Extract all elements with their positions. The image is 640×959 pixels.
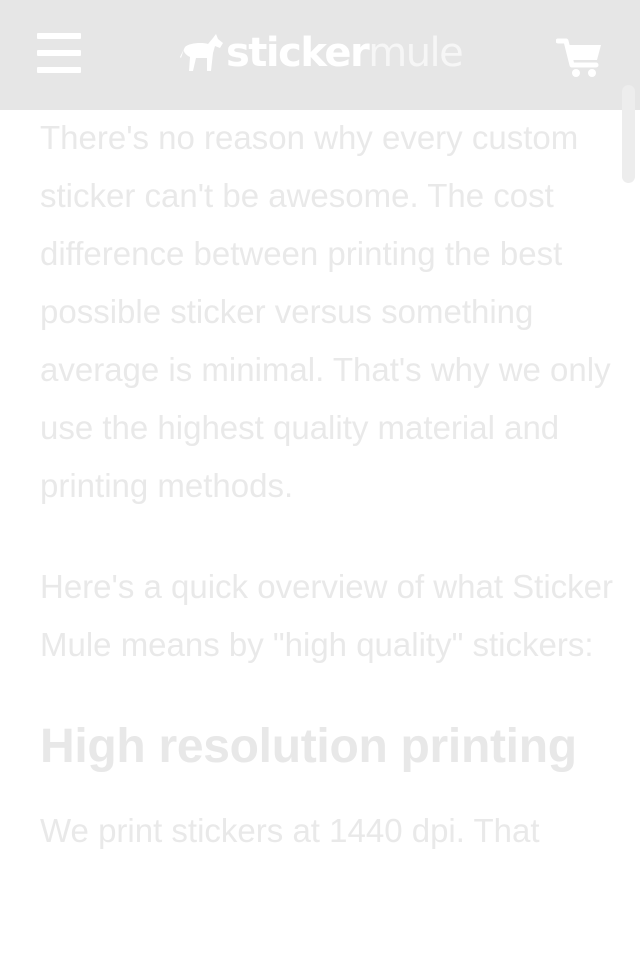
- logo-word-sticker: sticker: [226, 30, 370, 76]
- hamburger-menu-icon[interactable]: [37, 33, 81, 73]
- shopping-cart-icon[interactable]: [555, 34, 604, 78]
- vertical-scrollbar[interactable]: [622, 85, 635, 183]
- top-header-bar: stickermule: [0, 0, 640, 110]
- intro-paragraph: There's no reason why every custom stick…: [40, 119, 611, 504]
- section-heading: High resolution printing: [40, 720, 577, 773]
- article-content: There's no reason why every custom stick…: [40, 110, 615, 860]
- logo-word-mule: mule: [368, 30, 464, 76]
- mule-logo-icon: [180, 34, 223, 71]
- page: stickermule There's no reason why every …: [0, 0, 640, 959]
- sticker-mule-logo[interactable]: stickermule: [180, 28, 464, 78]
- overview-paragraph: Here's a quick overview of what Sticker …: [40, 568, 614, 663]
- section-paragraph: We print stickers at 1440 dpi. That: [40, 812, 540, 849]
